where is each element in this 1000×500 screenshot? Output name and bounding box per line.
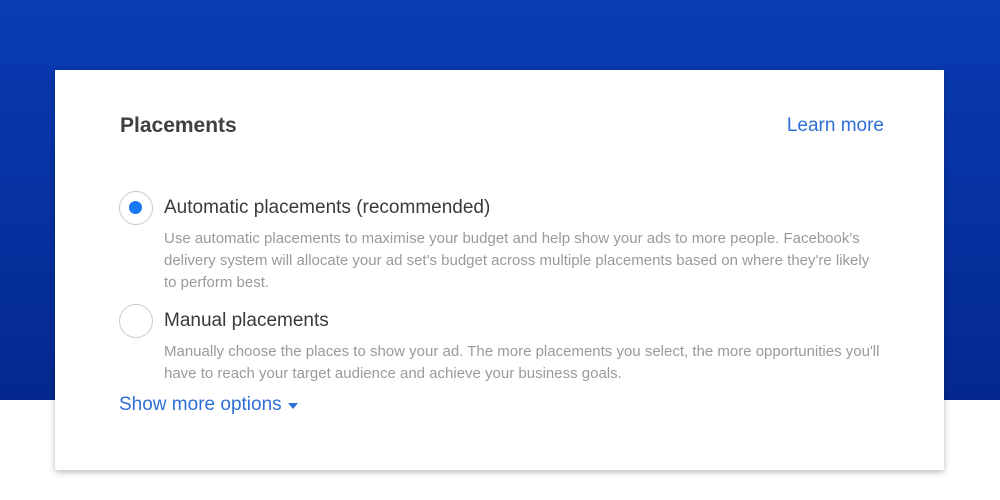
card-header: Placements Learn more: [120, 114, 884, 138]
manual-placements-description: Manually choose the places to show your …: [164, 343, 880, 382]
caret-down-icon: [287, 403, 298, 409]
manual-placements-label: Manual placements: [164, 310, 329, 331]
section-title: Placements: [120, 114, 237, 137]
learn-more-link[interactable]: Learn more: [787, 115, 884, 137]
show-more-options-button[interactable]: Show more options: [119, 394, 298, 416]
show-more-options-label: Show more options: [119, 394, 282, 415]
radio-unselected-icon[interactable]: [119, 304, 153, 338]
radio-selected-icon[interactable]: [119, 191, 153, 225]
automatic-placements-description: Use automatic placements to maximise you…: [164, 230, 870, 291]
automatic-placements-label: Automatic placements (recommended): [164, 197, 491, 218]
placements-card: Placements Learn more Automatic placemen…: [55, 70, 944, 470]
